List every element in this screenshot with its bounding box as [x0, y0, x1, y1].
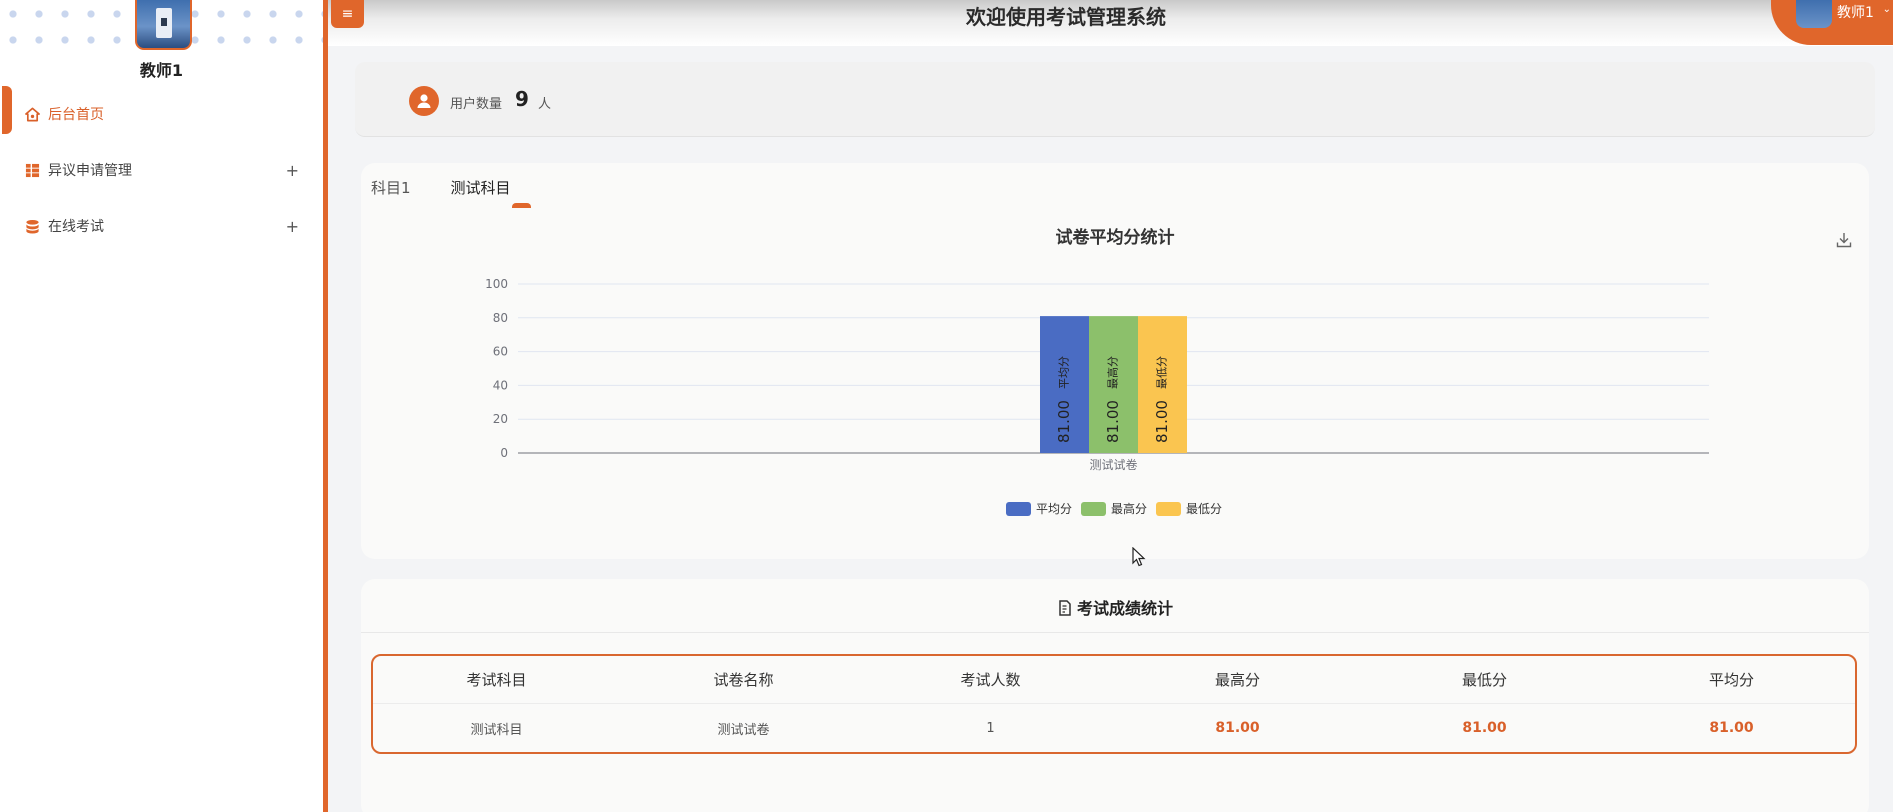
legend-swatch: [1006, 502, 1031, 516]
legend-swatch: [1081, 502, 1106, 516]
legend-label: 最低分: [1186, 502, 1222, 516]
user-count-card: 用户数量 9 人: [355, 62, 1875, 137]
average-score-chart: 试卷平均分统计 0 20 40 60 80 100 81.00 平均分 81.00 最高分 81.00…: [485, 227, 1709, 516]
sidebar: 教师1 后台首页 异议申请管理 + 在线考试 +: [0, 0, 328, 812]
bar-value-label: 81.00: [1104, 400, 1122, 443]
table-cell: 81.00: [1709, 720, 1754, 736]
user-count-unit: 人: [538, 97, 552, 112]
sidebar-item-home[interactable]: 后台首页: [0, 86, 323, 142]
x-tick-label: 测试试卷: [1089, 457, 1137, 472]
table-cell: 81.00: [1462, 720, 1507, 736]
user-menu[interactable]: 教师1 ⌄: [1771, 0, 1893, 45]
score-table: 考试科目 试卷名称 考试人数 最高分 最低分 平均分 测试科目 测试试卷 1 8…: [371, 654, 1857, 754]
y-tick-label: 100: [485, 277, 508, 291]
bar-series-label: 平均分: [1058, 356, 1071, 389]
mouse-cursor-icon: [1132, 547, 1146, 567]
sidebar-item-label: 在线考试: [48, 219, 104, 235]
table-header-row: 考试科目 试卷名称 考试人数 最高分 最低分 平均分: [373, 656, 1855, 704]
table-cell: 1: [986, 720, 995, 736]
sidebar-username: 教师1: [139, 61, 184, 80]
y-tick-label: 40: [493, 378, 508, 392]
table-cell: 81.00: [1215, 720, 1260, 736]
user-count-label: 用户数量: [450, 97, 503, 112]
sidebar-item-label: 异议申请管理: [48, 163, 132, 179]
page-title: 欢迎使用考试管理系统: [966, 5, 1166, 29]
bar-series-label: 最高分: [1106, 356, 1120, 389]
legend-label: 最高分: [1111, 501, 1147, 516]
user-icon: [409, 86, 439, 116]
user-avatar: [1796, 0, 1832, 28]
avatar[interactable]: [135, 0, 192, 50]
score-table-title: 考试成绩统计: [361, 595, 1869, 620]
bar-series-label: 最低分: [1156, 356, 1169, 389]
expand-icon[interactable]: +: [286, 161, 299, 180]
legend-swatch: [1156, 502, 1181, 516]
sidebar-item-online-exam[interactable]: 在线考试 +: [0, 198, 323, 254]
user-count-value: 9: [515, 87, 529, 111]
sidebar-item-objection[interactable]: 异议申请管理 +: [0, 142, 323, 198]
top-header: ≡ 欢迎使用考试管理系统 教师1 ⌄: [328, 0, 1893, 46]
divider: [361, 632, 1869, 633]
column-header: 考试科目: [466, 671, 527, 689]
chart-card: 科目1 测试科目 试卷平均分统计 0 20 40 60 80 100 81.00 平均分 81.0…: [361, 163, 1869, 559]
legend-label: 平均分: [1036, 502, 1072, 516]
score-table-title-text: 考试成绩统计: [1076, 599, 1173, 618]
column-header: 最高分: [1214, 671, 1260, 689]
bar-value-label: 81.00: [1055, 400, 1073, 443]
sidebar-menu: 后台首页 异议申请管理 + 在线考试 +: [0, 86, 323, 254]
column-header: 平均分: [1708, 671, 1754, 689]
bar-value-label: 81.00: [1153, 400, 1171, 443]
column-header: 考试人数: [960, 671, 1021, 689]
score-table-card: 考试成绩统计 考试科目 试卷名称 考试人数 最高分 最低分 平均分 测试科目 测…: [361, 579, 1869, 812]
report-icon: [1057, 600, 1071, 620]
home-icon: [24, 106, 40, 122]
database-icon: [24, 218, 40, 234]
sidebar-item-label: 后台首页: [48, 107, 104, 123]
table-cell: 测试科目: [470, 722, 523, 738]
y-tick-label: 20: [493, 412, 508, 426]
y-tick-label: 60: [493, 345, 508, 359]
table-cell: 测试试卷: [717, 722, 770, 738]
y-tick-label: 80: [493, 311, 508, 325]
chart-title: 试卷平均分统计: [1056, 227, 1175, 248]
chevron-down-icon: ⌄: [1882, 4, 1891, 15]
user-name: 教师1: [1837, 5, 1874, 21]
column-header: 试卷名称: [713, 671, 774, 689]
column-header: 最低分: [1461, 671, 1507, 689]
y-tick-label: 0: [500, 446, 508, 460]
expand-icon[interactable]: +: [286, 217, 299, 236]
grid-icon: [24, 162, 40, 178]
table-row[interactable]: 测试科目 测试试卷 1 81.00 81.00 81.00: [373, 704, 1855, 752]
